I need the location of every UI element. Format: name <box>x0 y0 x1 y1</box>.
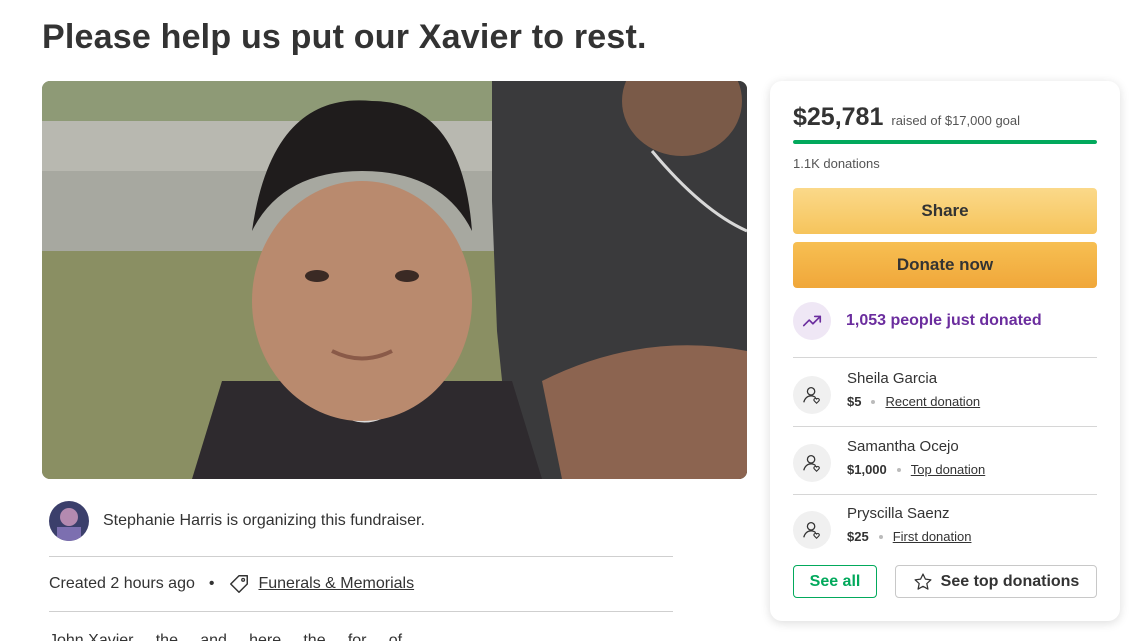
donate-now-button[interactable]: Donate now <box>793 242 1097 288</box>
donor-avatar-icon <box>793 376 831 414</box>
donation-type-link[interactable]: Top donation <box>911 462 985 477</box>
category-link[interactable]: Funerals & Memorials <box>258 575 414 593</box>
star-icon <box>914 572 932 590</box>
donor-avatar-icon <box>793 511 831 549</box>
card-divider <box>793 426 1097 427</box>
see-top-donations-button[interactable]: See top donations <box>895 565 1097 598</box>
page-title: Please help us put our Xavier to rest. <box>42 18 647 56</box>
donor-details: $25 First donation <box>847 529 971 544</box>
progress-bar-fill <box>793 140 1097 144</box>
meta-separator: • <box>208 575 215 592</box>
share-button[interactable]: Share <box>793 188 1097 234</box>
donor-amount: $5 <box>847 394 862 409</box>
donation-card: $25,781 raised of $17,000 goal 1.1K dona… <box>770 81 1120 621</box>
donations-count: 1.1K donations <box>793 156 880 171</box>
dot-separator <box>878 534 883 539</box>
trend-text: 1,053 people just donated <box>846 312 1042 329</box>
fundraiser-hero-photo <box>42 81 747 479</box>
trending-up-icon <box>793 302 831 340</box>
donor-name: Samantha Ocejo <box>847 438 959 455</box>
progress-bar <box>793 140 1097 144</box>
see-all-button[interactable]: See all <box>793 565 877 598</box>
tag-icon <box>230 575 249 593</box>
donor-name: Sheila Garcia <box>847 370 938 387</box>
donor-item: Sheila Garcia $5 Recent donation <box>793 370 1097 418</box>
organizer-avatar[interactable] <box>49 501 89 541</box>
donor-item: Pryscilla Saenz $25 First donation <box>793 505 1097 553</box>
goal-text: raised of $17,000 goal <box>891 113 1021 128</box>
section-divider <box>49 556 673 557</box>
donor-item: Samantha Ocejo $1,000 Top donation <box>793 438 1097 486</box>
fundraiser-meta: Created 2 hours ago • Funerals & Memoria… <box>49 570 414 598</box>
see-top-donations-label: See top donations <box>940 572 1080 590</box>
donor-details: $5 Recent donation <box>847 394 980 409</box>
dot-separator <box>896 467 901 472</box>
created-time: Created 2 hours ago <box>49 575 195 592</box>
donation-type-link[interactable]: First donation <box>893 529 972 544</box>
donor-details: $1,000 Top donation <box>847 462 985 477</box>
donor-amount: $1,000 <box>847 462 887 477</box>
donation-type-link[interactable]: Recent donation <box>885 394 980 409</box>
story-text: John Xavier ... the ... and ... here ...… <box>49 632 420 641</box>
section-divider <box>49 611 673 612</box>
card-divider <box>793 494 1097 495</box>
organizer-row: Stephanie Harris is organizing this fund… <box>49 501 673 541</box>
dot-separator <box>871 399 876 404</box>
donor-name: Pryscilla Saenz <box>847 505 950 522</box>
organizer-text: Stephanie Harris is organizing this fund… <box>103 512 425 529</box>
amount-raised-row: $25,781 raised of $17,000 goal <box>793 103 1020 132</box>
donor-amount: $25 <box>847 529 869 544</box>
recent-donations-trend: 1,053 people just donated <box>793 302 1042 340</box>
amount-raised: $25,781 <box>793 103 884 131</box>
card-divider <box>793 357 1097 358</box>
donor-avatar-icon <box>793 444 831 482</box>
